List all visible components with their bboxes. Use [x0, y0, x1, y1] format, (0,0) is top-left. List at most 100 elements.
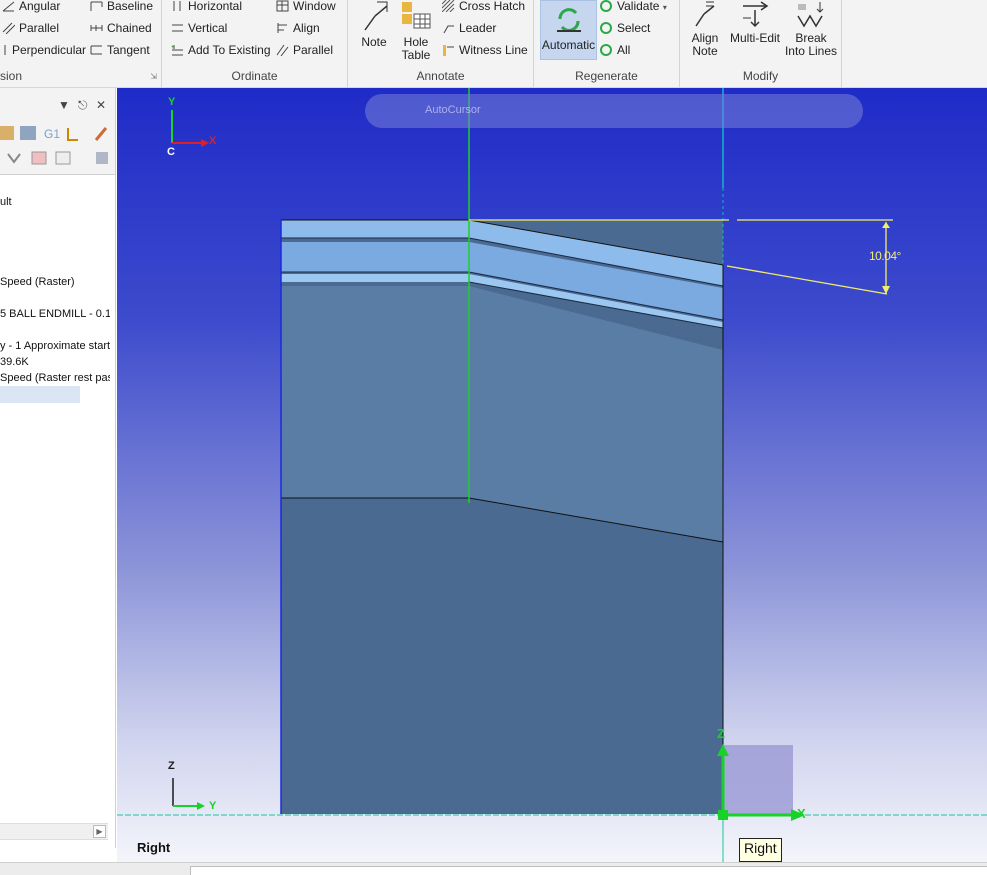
dimension-value[interactable]: 10.04° [869, 249, 901, 263]
view-tooltip: Right [739, 838, 782, 862]
tree-item[interactable]: Speed (Raster rest pas [0, 372, 110, 384]
select-regenerate-icon [600, 22, 612, 34]
graphics-viewport[interactable]: AutoCursor Y X C Z Y Z X 10.04° Right Ri… [117, 88, 987, 862]
axis-c-label: C [167, 146, 175, 158]
validate-dropdown-icon[interactable]: ▾ [663, 3, 667, 12]
toolbar-tool-icon[interactable] [96, 152, 108, 164]
horizontal-ordinate-icon [173, 1, 181, 11]
horizontal-scrollbar[interactable]: ▶ [0, 823, 108, 840]
toolbar-tool-icon[interactable] [0, 126, 14, 140]
close-icon[interactable]: ✕ [96, 98, 106, 112]
witness-line-button[interactable]: Witness Line [442, 41, 528, 59]
hole-table-button[interactable]: Hole Table [398, 0, 434, 62]
tree-item[interactable]: y - 1 Approximate start [0, 340, 110, 352]
angular-button[interactable]: Angular [2, 0, 60, 15]
toolbar-tool-icon[interactable] [7, 153, 21, 164]
align-note-icon [695, 1, 715, 27]
ribbon: Angular Parallel Perpendicular Baseline … [0, 0, 987, 88]
all-regenerate-icon [600, 44, 612, 56]
align-icon [277, 23, 287, 33]
vertical-button[interactable]: Vertical [171, 19, 227, 37]
tree-item[interactable]: 39.6K [0, 356, 110, 368]
hole-table-icon [402, 2, 431, 29]
add-to-existing-button[interactable]: + Add To Existing [171, 41, 271, 59]
align-note-button[interactable]: Align Note [686, 0, 724, 58]
angular-icon [2, 1, 15, 12]
view-cube-face[interactable] [723, 745, 793, 815]
part-geometry [117, 88, 987, 862]
dimension-group-label: sion [0, 69, 23, 83]
leader-icon [443, 25, 454, 34]
tree-item[interactable]: ult [0, 196, 110, 208]
horizontal-button[interactable]: Horizontal [171, 0, 242, 15]
toolbar-tool-icon[interactable]: G1 [44, 127, 60, 141]
all-regenerate-button[interactable]: All [600, 41, 630, 59]
selected-tree-row[interactable] [0, 386, 80, 403]
add-to-existing-icon: + [171, 45, 183, 56]
wcs-axis-bottom [172, 778, 205, 810]
view-name-label: Right [137, 840, 171, 855]
break-into-lines-icon [797, 2, 824, 28]
panel-toolbar: G1 [0, 126, 108, 165]
axis-y-bottom-label: Y [209, 800, 217, 812]
dialog-launcher-icon[interactable]: ⇲ [150, 72, 157, 81]
chained-icon [90, 25, 103, 31]
select-regenerate-button[interactable]: Select [600, 19, 650, 37]
cross-hatch-button[interactable]: Cross Hatch [442, 0, 525, 15]
regenerate-group: Automatic Validate ▾ Select All Regenera… [534, 0, 680, 87]
axis-x-label: X [209, 135, 217, 147]
pin-icon[interactable]: ⎋ [78, 98, 88, 113]
baseline-button[interactable]: Baseline [90, 0, 153, 15]
automatic-button[interactable]: Automatic [540, 0, 597, 60]
multi-edit-icon [743, 1, 769, 28]
align-button[interactable]: Align [276, 19, 320, 37]
tree-item[interactable]: Speed (Raster) [0, 276, 110, 288]
parallel-dim-button[interactable]: Parallel [2, 19, 59, 37]
chained-button[interactable]: Chained [90, 19, 152, 37]
vertical-ordinate-icon [172, 24, 183, 32]
wcs-axis-top [171, 110, 209, 147]
svg-text:G1: G1 [44, 127, 60, 141]
dimension-group: Angular Parallel Perpendicular Baseline … [0, 0, 162, 87]
tree-item[interactable]: 5 BALL ENDMILL - 0.187 [0, 308, 110, 320]
panel-header: ▼ ⎋ ✕ G1 [0, 88, 115, 175]
baseline-icon [90, 1, 103, 11]
perpendicular-button[interactable]: Perpendicular [2, 41, 86, 59]
annotate-group-label: Annotate [416, 69, 465, 83]
tangent-icon [90, 45, 102, 55]
leader-button[interactable]: Leader [442, 19, 496, 37]
toolbar-tool-icon[interactable] [67, 128, 78, 141]
axis-z-label: Z [168, 760, 175, 772]
autocursor-label[interactable]: AutoCursor [425, 104, 481, 116]
panel-menu-dropdown-icon[interactable]: ▼ [58, 98, 70, 112]
scroll-right-icon[interactable]: ▶ [93, 825, 106, 838]
break-into-lines-button[interactable]: Break Into Lines [784, 0, 838, 58]
window-icon [276, 0, 289, 12]
toolbar-tool-icon[interactable] [94, 127, 108, 141]
modify-group: Align Note Multi-Edit Break Into Lines M… [680, 0, 842, 87]
note-icon [364, 1, 388, 31]
annotate-group: Note Hole Table Cross Hatch Leader Witne… [348, 0, 534, 87]
svg-text:+: + [171, 45, 175, 51]
axis-y-label: Y [168, 96, 176, 108]
regenerate-group-label: Regenerate [575, 69, 638, 83]
gnomon-z-label: Z [717, 726, 725, 741]
gnomon-x-label: X [797, 806, 806, 821]
operations-manager-panel: ▼ ⎋ ✕ G1 ult Speed (Raster) 5 BALL ENDMI… [0, 88, 116, 848]
autocursor-toolbar[interactable]: AutoCursor [365, 94, 863, 128]
perpendicular-icon [4, 45, 6, 55]
toolbar-tool-icon[interactable] [31, 151, 47, 165]
tangent-button[interactable]: Tangent [90, 41, 150, 59]
note-button[interactable]: Note [356, 0, 392, 49]
validate-icon [600, 0, 612, 12]
multi-edit-button[interactable]: Multi-Edit [728, 0, 782, 45]
window-button[interactable]: Window [276, 0, 336, 15]
witness-line-icon [443, 45, 454, 56]
modify-group-label: Modify [742, 69, 779, 83]
toolbar-tool-icon[interactable] [55, 151, 71, 165]
ordinate-group-label: Ordinate [231, 69, 278, 83]
parallel-ordinate-button[interactable]: Parallel [276, 41, 333, 59]
toolbar-tool-icon[interactable] [20, 126, 36, 140]
validate-button[interactable]: Validate ▾ [600, 0, 667, 15]
cross-hatch-icon [442, 0, 455, 12]
